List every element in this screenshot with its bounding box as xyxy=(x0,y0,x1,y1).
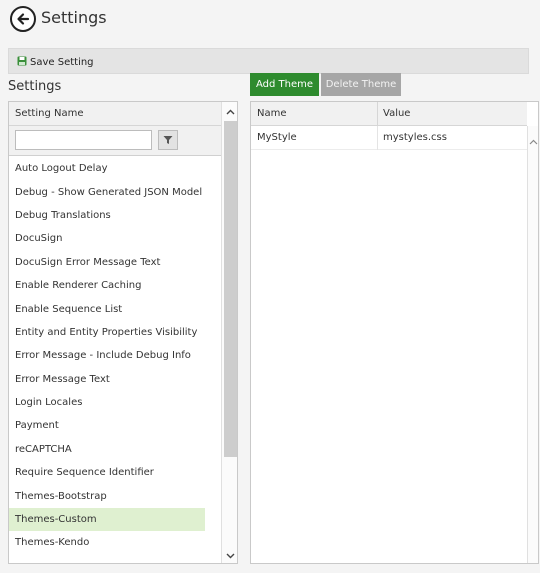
row-value-cell: mystyles.css xyxy=(383,132,447,143)
list-item[interactable]: Enable Renderer Caching xyxy=(9,274,205,297)
scrollbar-thumb[interactable] xyxy=(224,121,237,457)
setting-name-column-header[interactable]: Setting Name xyxy=(9,102,221,126)
settings-grid: Setting Name Auto Logout Delay Debug - Sh… xyxy=(8,101,238,564)
filter-row xyxy=(9,126,221,156)
settings-section-title: Settings xyxy=(8,79,62,94)
list-item[interactable]: Debug - Show Generated JSON Model xyxy=(9,180,205,203)
theme-grid-header: Name Value xyxy=(251,102,527,126)
back-arrow-icon[interactable] xyxy=(10,6,36,32)
chevron-up-icon[interactable] xyxy=(222,104,237,120)
list-item[interactable]: Themes-Bootstrap xyxy=(9,484,205,507)
page-header: Settings xyxy=(0,0,540,40)
save-setting-button[interactable]: Save Setting xyxy=(17,54,94,70)
add-theme-button[interactable]: Add Theme xyxy=(250,73,319,96)
chevron-down-icon[interactable] xyxy=(222,548,237,563)
list-item[interactable]: Entity and Entity Properties Visibility xyxy=(9,321,205,344)
list-item[interactable]: Themes-Custom xyxy=(9,507,205,532)
list-item[interactable]: Debug Translations xyxy=(9,204,205,227)
list-item[interactable]: Error Message Text xyxy=(9,368,205,391)
funnel-icon[interactable] xyxy=(158,130,178,150)
page-title: Settings xyxy=(41,8,107,27)
name-column-header[interactable]: Name xyxy=(257,108,287,119)
value-column-header[interactable]: Value xyxy=(383,108,410,119)
theme-values-grid: Name Value MyStyle mystyles.css xyxy=(250,101,539,564)
row-name-cell: MyStyle xyxy=(257,132,297,143)
table-row[interactable]: MyStyle mystyles.css xyxy=(251,126,527,150)
list-item[interactable]: reCAPTCHA xyxy=(9,438,205,461)
list-item[interactable]: Payment xyxy=(9,414,205,437)
list-item[interactable]: Auto Logout Delay xyxy=(9,157,205,180)
chevron-up-icon[interactable] xyxy=(529,130,538,149)
list-item[interactable]: DocuSign Error Message Text xyxy=(9,251,205,274)
theme-grid-scrollbar[interactable] xyxy=(527,126,538,563)
floppy-disk-icon xyxy=(17,56,27,69)
save-setting-label: Save Setting xyxy=(30,56,94,68)
settings-list: Auto Logout Delay Debug - Show Generated … xyxy=(9,157,205,555)
list-item[interactable]: DocuSign xyxy=(9,227,205,250)
list-item[interactable]: Enable Sequence List xyxy=(9,297,205,320)
cell-divider xyxy=(377,126,378,150)
list-item[interactable]: Login Locales xyxy=(9,391,205,414)
settings-scrollbar[interactable] xyxy=(221,102,237,563)
list-item[interactable]: Error Message - Include Debug Info xyxy=(9,344,205,367)
toolbar: Save Setting xyxy=(8,48,529,74)
setting-name-filter-input[interactable] xyxy=(15,130,152,150)
column-divider xyxy=(377,102,378,126)
list-item[interactable]: Themes-Kendo xyxy=(9,531,205,554)
delete-theme-button[interactable]: Delete Theme xyxy=(321,73,401,96)
list-item[interactable]: Require Sequence Identifier xyxy=(9,461,205,484)
